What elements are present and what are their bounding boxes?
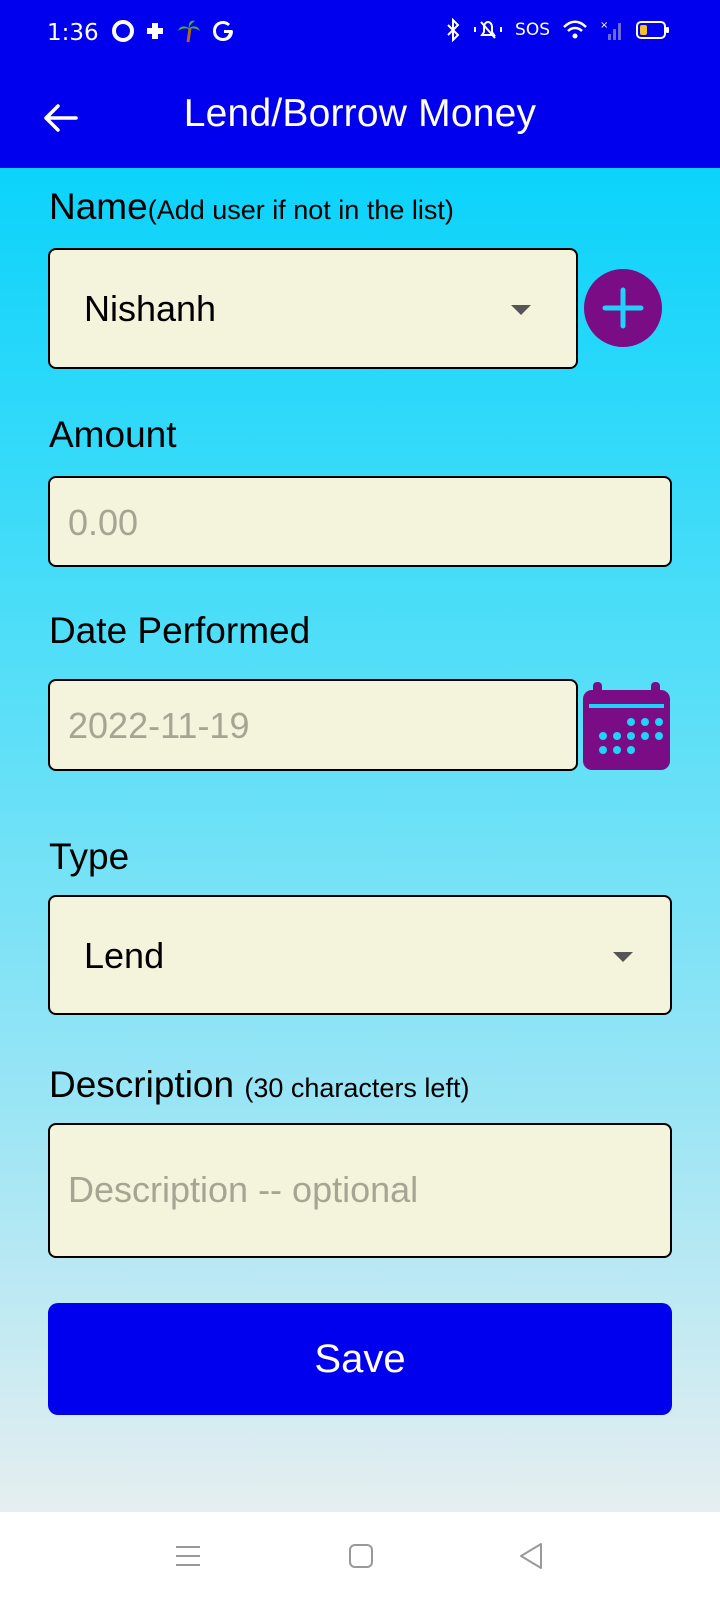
amount-placeholder: 0.00 bbox=[68, 502, 139, 543]
description-input[interactable]: Description -- optional bbox=[48, 1123, 672, 1258]
add-user-button[interactable] bbox=[584, 269, 662, 347]
description-label: Description (30 characters left) bbox=[49, 1064, 469, 1106]
nav-home-button[interactable] bbox=[341, 1536, 381, 1576]
amount-label: Amount bbox=[49, 414, 177, 455]
palm-tree-icon bbox=[178, 20, 200, 43]
date-placeholder: 2022-11-19 bbox=[68, 705, 250, 746]
description-placeholder: Description -- optional bbox=[68, 1169, 419, 1210]
calendar-icon[interactable] bbox=[583, 682, 670, 770]
svg-text:×: × bbox=[600, 20, 608, 31]
status-time: 1:36 bbox=[47, 20, 99, 46]
sos-indicator: SOS bbox=[515, 20, 550, 40]
system-nav-bar bbox=[0, 1512, 720, 1600]
app-notification-icon bbox=[147, 23, 163, 39]
type-label: Type bbox=[49, 836, 130, 877]
status-system-icons: SOS × bbox=[445, 18, 670, 42]
name-label-text: Name bbox=[49, 186, 148, 227]
triangle-back-icon bbox=[520, 1543, 542, 1569]
signal-icon: × bbox=[600, 20, 621, 40]
date-label: Date Performed bbox=[49, 610, 311, 651]
chevron-down-icon bbox=[511, 305, 531, 315]
mute-bell-icon bbox=[474, 20, 503, 39]
page-title: Lend/Borrow Money bbox=[183, 92, 537, 135]
name-selected-value: Nishanh bbox=[84, 288, 217, 329]
menu-icon bbox=[176, 1546, 200, 1566]
status-bar: 1:36 SOS × bbox=[0, 0, 720, 70]
name-label: Name(Add user if not in the list) bbox=[49, 186, 454, 228]
description-label-text: Description bbox=[49, 1064, 235, 1105]
app-bar: Lend/Borrow Money bbox=[0, 70, 720, 168]
wifi-icon bbox=[563, 20, 587, 39]
amount-input[interactable]: 0.00 bbox=[48, 476, 672, 567]
description-hint: (30 characters left) bbox=[244, 1073, 470, 1103]
name-hint: (Add user if not in the list) bbox=[147, 195, 454, 225]
type-dropdown[interactable]: Lend bbox=[48, 895, 672, 1015]
save-button[interactable]: Save bbox=[48, 1303, 672, 1415]
chevron-down-icon bbox=[613, 952, 633, 962]
nav-back-button[interactable] bbox=[511, 1536, 551, 1576]
google-icon bbox=[213, 21, 233, 41]
name-dropdown[interactable]: Nishanh bbox=[48, 248, 578, 369]
battery-icon bbox=[636, 21, 669, 39]
status-notification-icons bbox=[112, 18, 236, 44]
plus-icon bbox=[602, 287, 644, 329]
square-icon bbox=[349, 1544, 373, 1568]
nav-menu-button[interactable] bbox=[168, 1536, 208, 1576]
bluetooth-icon bbox=[447, 18, 460, 42]
opera-icon bbox=[112, 20, 134, 42]
date-input[interactable]: 2022-11-19 bbox=[48, 679, 578, 771]
type-selected-value: Lend bbox=[84, 935, 165, 976]
